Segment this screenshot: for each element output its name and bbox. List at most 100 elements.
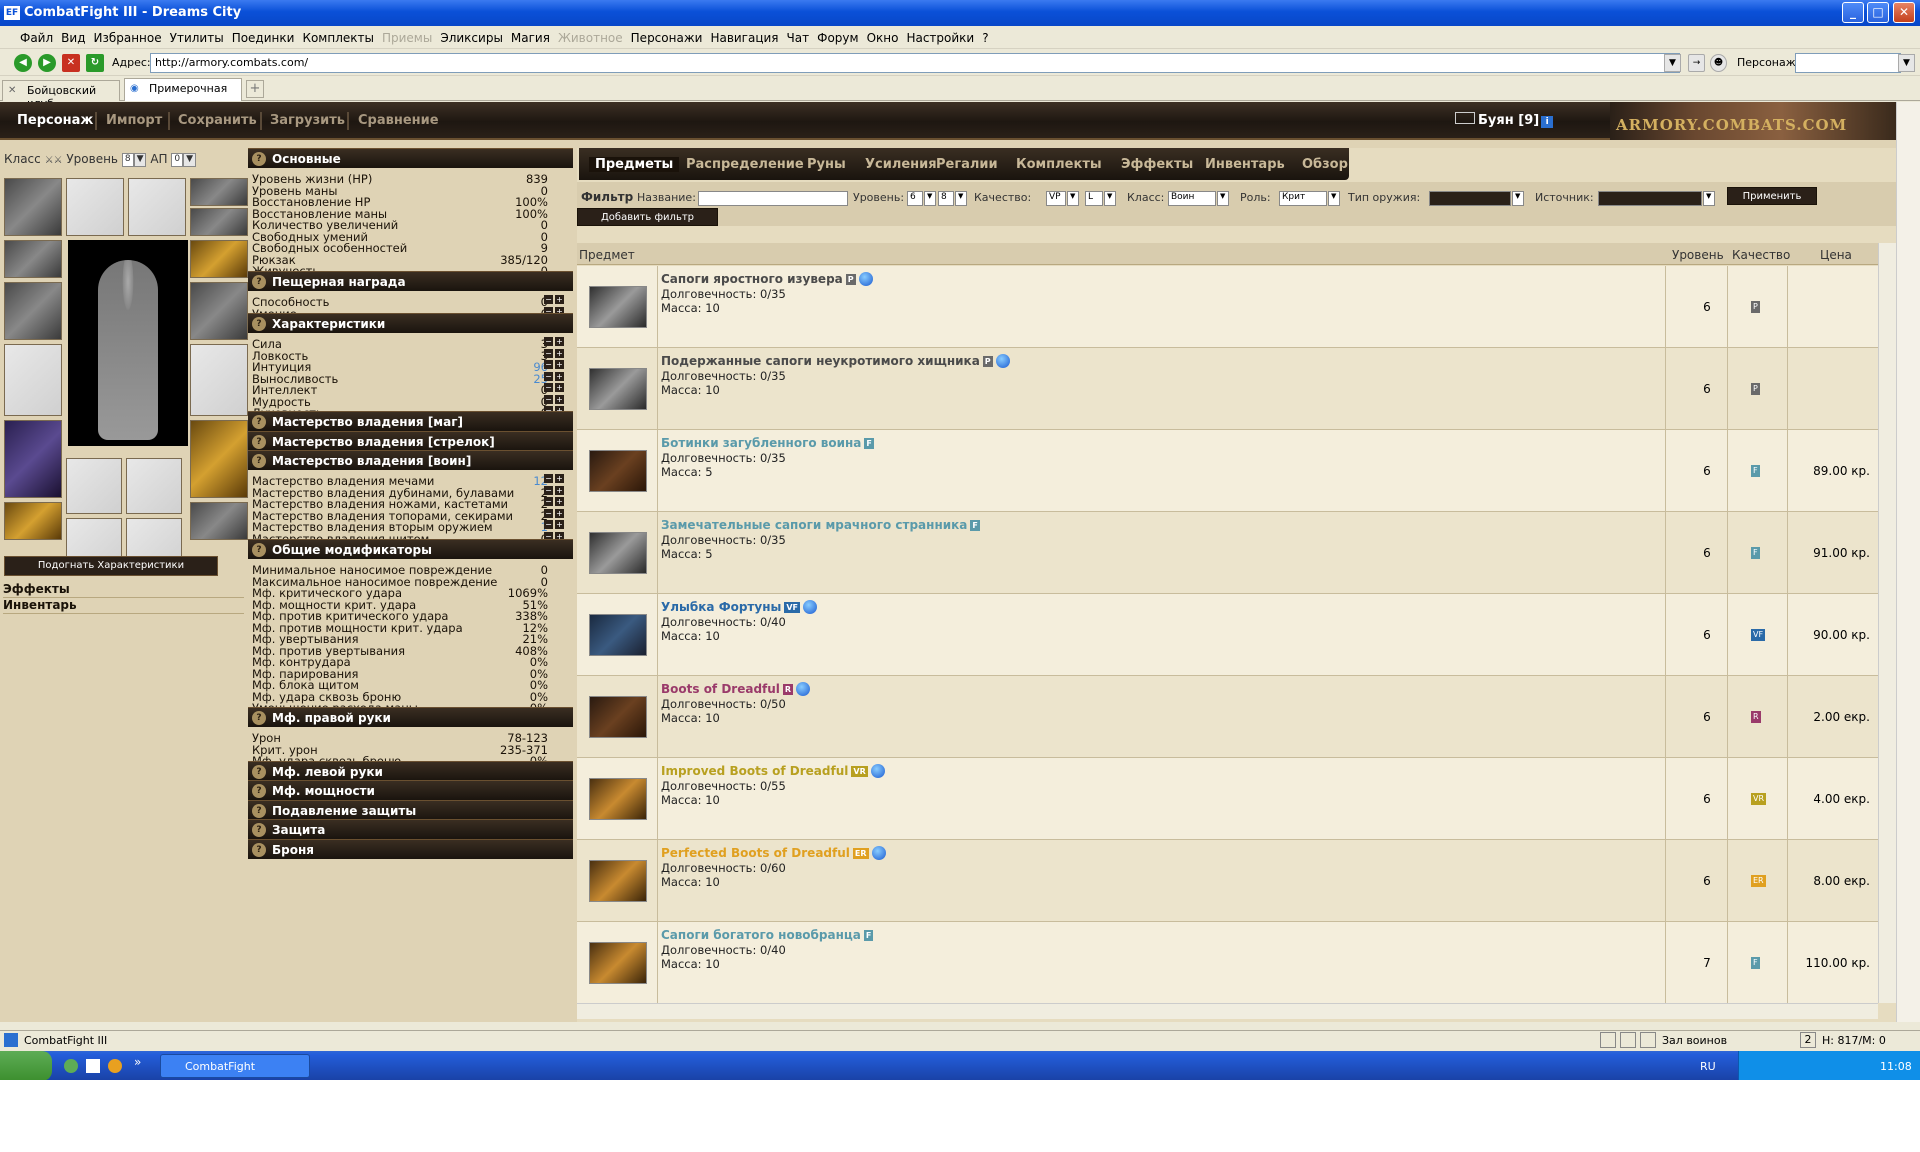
- effects-header[interactable]: Эффекты: [3, 582, 244, 598]
- save-icon[interactable]: [1640, 1032, 1656, 1048]
- new-tab-button[interactable]: +: [246, 80, 264, 98]
- chevron-down-icon[interactable]: ▼: [1703, 191, 1715, 206]
- plus-icon[interactable]: +: [555, 508, 564, 518]
- chevron-down-icon[interactable]: ▼: [924, 191, 936, 206]
- minus-icon[interactable]: −: [544, 474, 553, 483]
- nav-import[interactable]: Импорт: [106, 113, 162, 128]
- plus-icon[interactable]: +: [555, 337, 564, 346]
- gloves-slot[interactable]: [190, 240, 248, 278]
- menu-item-5[interactable]: Комплекты: [302, 27, 374, 45]
- chevron-down-icon[interactable]: ▼: [133, 152, 147, 167]
- table-row[interactable]: Improved Boots of Dreadful VR Долговечност…: [577, 758, 1878, 840]
- menu-item-10[interactable]: Персонажи: [631, 27, 703, 45]
- globe-icon[interactable]: [871, 846, 886, 860]
- tab-close-icon[interactable]: ✕: [8, 85, 16, 96]
- tab-item-6[interactable]: Эффекты: [1121, 157, 1193, 172]
- tab-item-3[interactable]: Усиления: [865, 157, 937, 172]
- tab-fitting-room[interactable]: ◉ Примерочная: [124, 78, 242, 101]
- globe-icon[interactable]: [870, 764, 885, 778]
- section-chars[interactable]: ? Характеристики: [248, 313, 573, 333]
- section-mods[interactable]: ? Общие модификаторы: [248, 539, 573, 559]
- section-armor[interactable]: ? Броня: [248, 839, 573, 859]
- chevron-down-icon[interactable]: ▼: [1217, 191, 1229, 206]
- plus-icon[interactable]: +: [555, 348, 564, 358]
- plus-icon[interactable]: +: [555, 295, 564, 304]
- cloak-slot[interactable]: [190, 344, 248, 416]
- menu-item-6[interactable]: Приемы: [382, 27, 432, 45]
- table-horizontal-scrollbar[interactable]: [577, 1003, 1878, 1019]
- col-item[interactable]: Предмет: [579, 248, 635, 262]
- refresh-icon[interactable]: ↻: [86, 54, 104, 72]
- plus-icon[interactable]: +: [555, 394, 564, 404]
- menu-item-13[interactable]: Форум: [817, 27, 858, 45]
- add-filter-button[interactable]: Добавить фильтр: [577, 208, 718, 226]
- name-input[interactable]: [698, 191, 848, 206]
- table-row[interactable]: Сапоги яростного изувера P Долговечность: …: [577, 266, 1878, 348]
- menu-item-4[interactable]: Поединки: [232, 27, 295, 45]
- section-archer[interactable]: ? Мастерство владения [стрелок]: [248, 431, 573, 451]
- chevron-down-icon[interactable]: ▼: [183, 152, 197, 167]
- minus-icon[interactable]: −: [544, 520, 553, 529]
- quicklaunch-icon[interactable]: [64, 1059, 78, 1073]
- grid-icon[interactable]: [1620, 1032, 1636, 1048]
- item-name[interactable]: Perfected Boots of Dreadful: [661, 846, 850, 860]
- earring-slot[interactable]: [66, 178, 124, 236]
- combatfight-icon[interactable]: [86, 1059, 100, 1073]
- plus-icon[interactable]: +: [555, 485, 564, 495]
- boots-slot[interactable]: [190, 502, 248, 540]
- tab-item-2[interactable]: Руны: [807, 157, 846, 172]
- class-icon[interactable]: ⚔⚔: [45, 155, 63, 166]
- section-power[interactable]: ? Мф. мощности: [248, 780, 573, 800]
- close-button[interactable]: ✕: [1893, 2, 1915, 23]
- chevron-down-icon[interactable]: ▼: [1067, 191, 1079, 206]
- rune-slot[interactable]: [126, 458, 182, 514]
- legs-slot[interactable]: [190, 420, 248, 498]
- menu-item-1[interactable]: Вид: [61, 27, 85, 45]
- minus-icon[interactable]: −: [544, 485, 553, 495]
- item-name[interactable]: Сапоги яростного изувера: [661, 272, 843, 286]
- col-level[interactable]: Уровень: [1672, 248, 1724, 262]
- section-lefthand[interactable]: ? Мф. левой руки: [248, 761, 573, 781]
- item-image[interactable]: [589, 450, 647, 492]
- inventory-header[interactable]: Инвентарь: [3, 598, 244, 614]
- menu-item-15[interactable]: Настройки: [906, 27, 974, 45]
- menu-item-3[interactable]: Утилиты: [170, 27, 224, 45]
- section-cave[interactable]: ? Пещерная награда: [248, 271, 573, 291]
- globe-icon[interactable]: [995, 354, 1010, 368]
- persona-dropdown-icon[interactable]: ▼: [1898, 54, 1915, 72]
- plus-icon[interactable]: +: [555, 360, 564, 369]
- address-input[interactable]: http://armory.combats.com/: [150, 53, 1680, 73]
- menu-item-12[interactable]: Чат: [787, 27, 810, 45]
- table-vertical-scrollbar[interactable]: [1878, 243, 1896, 1003]
- taskbar-app-button[interactable]: CombatFight: [160, 1054, 310, 1078]
- section-mage[interactable]: ? Мастерство владения [маг]: [248, 411, 573, 431]
- user-info[interactable]: Буян [9] i: [1455, 112, 1554, 128]
- class-select[interactable]: Воин: [1168, 191, 1216, 206]
- nav-load[interactable]: Загрузить: [270, 113, 345, 128]
- plus-icon[interactable]: +: [555, 383, 564, 392]
- minus-icon[interactable]: −: [544, 394, 553, 404]
- menu-item-2[interactable]: Избранное: [93, 27, 161, 45]
- item-name[interactable]: Ботинки загубленного воина: [661, 436, 861, 450]
- chevron-down-icon[interactable]: ▼: [1104, 191, 1116, 206]
- table-row[interactable]: Улыбка Фортуны VF Долговечность: 0/40 Масса…: [577, 594, 1878, 676]
- item-image[interactable]: [589, 532, 647, 574]
- amulet-slot[interactable]: [128, 178, 186, 236]
- chevron-down-icon[interactable]: ▼: [955, 191, 967, 206]
- item-name[interactable]: Замечательные сапоги мрачного странника: [661, 518, 967, 532]
- table-row[interactable]: Замечательные сапоги мрачного странника F…: [577, 512, 1878, 594]
- item-image[interactable]: [589, 286, 647, 328]
- minus-icon[interactable]: −: [544, 337, 553, 346]
- tab-item-4[interactable]: Регалии: [936, 157, 998, 172]
- minus-icon[interactable]: −: [544, 360, 553, 369]
- character-icon[interactable]: ☻: [1710, 54, 1727, 72]
- quality-to-select[interactable]: L: [1085, 191, 1103, 206]
- col-price[interactable]: Цена: [1820, 248, 1852, 262]
- item-image[interactable]: [589, 368, 647, 410]
- belt-slot[interactable]: [4, 502, 62, 540]
- tab-item-5[interactable]: Комплекты: [1016, 157, 1102, 172]
- plus-icon[interactable]: +: [555, 520, 564, 529]
- table-row[interactable]: Perfected Boots of Dreadful ER Долговечнос…: [577, 840, 1878, 922]
- nav-character[interactable]: Персонаж: [17, 113, 93, 128]
- ring-slot[interactable]: [190, 178, 248, 206]
